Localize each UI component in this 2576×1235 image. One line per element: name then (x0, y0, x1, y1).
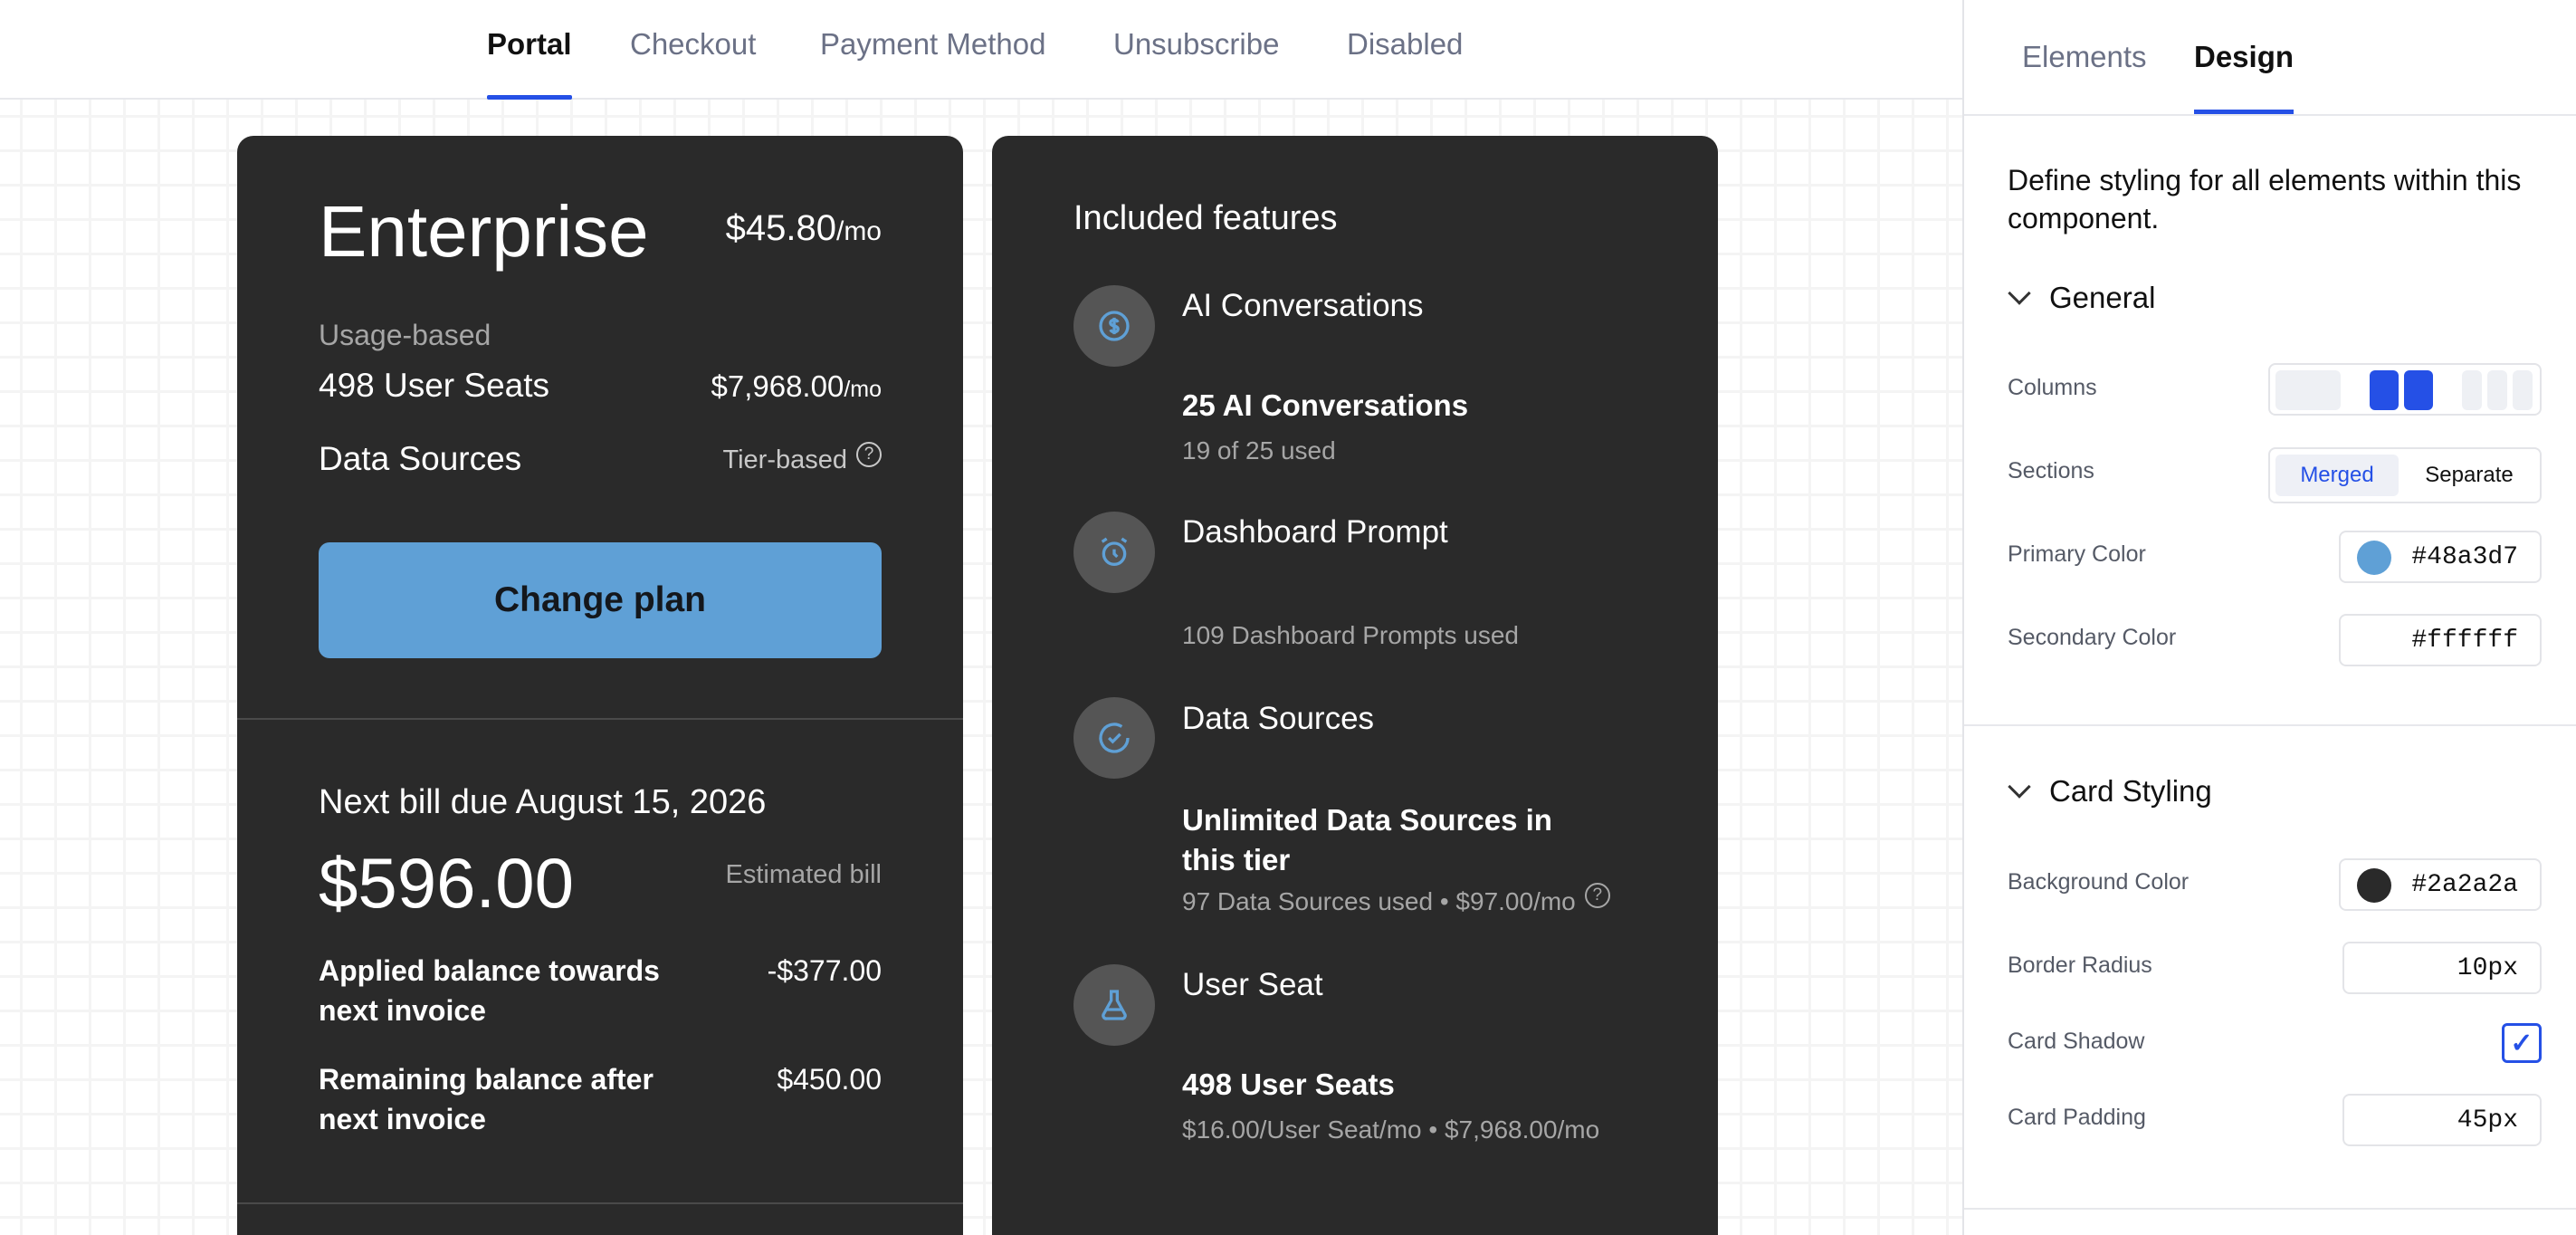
card-shadow-checkbox[interactable]: ✓ (2502, 1023, 2542, 1063)
check-icon: ✓ (2510, 1028, 2533, 1058)
remaining-balance-label: Remaining balance after next invoice (319, 1063, 654, 1135)
bill-amount: $596.00 (319, 843, 574, 923)
seats-price: $7,968.00/mo (711, 369, 883, 404)
feature-sub: 498 User Seats (1182, 1067, 1395, 1101)
columns-label: Columns (2008, 375, 2097, 400)
applied-balance-label: Applied balance towards next invoice (319, 954, 660, 1027)
change-plan-button[interactable]: Change plan (319, 542, 882, 658)
alarm-clock-icon (1073, 512, 1155, 593)
feature-detail: 97 Data Sources used • $97.00/mo ? (1182, 883, 1610, 916)
data-sources-tier: Tier-based ? (722, 441, 882, 475)
design-panel: Elements Design Define styling for all e… (1962, 0, 2576, 1235)
background-color-value: #2a2a2a (2411, 870, 2518, 899)
features-card: Included features AI Conversations 25 AI… (992, 136, 1718, 1235)
card-padding-field[interactable]: 45px (2342, 1094, 2542, 1146)
background-color-swatch[interactable] (2357, 868, 2391, 903)
feature-detail: 109 Dashboard Prompts used (1182, 621, 1519, 649)
features-title: Included features (1073, 199, 1338, 237)
plan-card: Enterprise $45.80/mo Usage-based 498 Use… (237, 136, 963, 1235)
tab-design[interactable]: Design (2194, 40, 2295, 114)
flask-icon (1073, 964, 1155, 1046)
panel-description: Define styling for all elements within t… (2008, 164, 2522, 235)
section-card-styling-header[interactable]: Card Styling (2008, 774, 2212, 809)
help-icon[interactable]: ? (856, 441, 882, 467)
section-divider (1964, 1208, 2576, 1210)
tab-elements[interactable]: Elements (2022, 40, 2147, 114)
chevron-down-icon (2008, 282, 2031, 305)
applied-balance-value: -$377.00 (767, 954, 882, 987)
secondary-color-field[interactable]: #ffffff (2339, 614, 2542, 666)
secondary-color-value: #ffffff (2411, 626, 2518, 655)
columns-option-2[interactable] (2370, 370, 2433, 410)
border-radius-label: Border Radius (2008, 953, 2152, 978)
feature-sub: 25 AI Conversations (1182, 388, 1469, 422)
tab-unsubscribe[interactable]: Unsubscribe (1113, 27, 1279, 100)
tab-payment-method[interactable]: Payment Method (820, 27, 1045, 100)
columns-option-3[interactable] (2462, 370, 2533, 410)
feature-detail: 19 of 25 used (1182, 436, 1336, 464)
usage-label: Usage-based (319, 319, 491, 351)
card-divider-bottom (237, 1202, 963, 1204)
border-radius-field[interactable]: 10px (2342, 942, 2542, 994)
sections-merged-option[interactable]: Merged (2275, 455, 2399, 496)
preview-tabs: Portal Checkout Payment Method Unsubscri… (0, 0, 1962, 100)
feature-name: Data Sources (1182, 701, 1375, 736)
primary-color-value: #48a3d7 (2411, 542, 2518, 571)
data-sources-name: Data Sources (319, 440, 522, 477)
next-bill-due: Next bill due August 15, 2026 (319, 783, 767, 821)
sections-separate-option[interactable]: Separate (2406, 455, 2533, 496)
dollar-circle-icon (1073, 285, 1155, 367)
columns-selector (2268, 363, 2542, 416)
sections-label: Sections (2008, 458, 2094, 483)
plan-name: Enterprise (319, 191, 649, 272)
card-padding-value: 45px (2457, 1106, 2518, 1134)
feature-name: User Seat (1182, 967, 1323, 1002)
preview-canvas: Portal Checkout Payment Method Unsubscri… (0, 0, 1962, 1235)
remaining-balance-value: $450.00 (777, 1063, 882, 1096)
border-radius-value: 10px (2457, 953, 2518, 982)
section-divider (1964, 724, 2576, 726)
primary-color-swatch[interactable] (2357, 541, 2391, 575)
tabs-underline (1964, 114, 2576, 116)
feature-name: Dashboard Prompt (1182, 514, 1448, 550)
sections-toggle: Merged Separate (2268, 447, 2542, 503)
columns-option-1[interactable] (2275, 370, 2341, 410)
background-color-label: Background Color (2008, 869, 2190, 895)
plan-price-value: $45.80 (725, 208, 836, 248)
estimated-bill-label: Estimated bill (725, 860, 882, 889)
check-circle-icon (1073, 697, 1155, 779)
seats-name: 498 User Seats (319, 367, 550, 404)
seats-price-value: $7,968.00 (711, 369, 844, 403)
feature-sub: Unlimited Data Sources in this tier (1182, 803, 1552, 876)
feature-detail: $16.00/User Seat/mo • $7,968.00/mo (1182, 1115, 1600, 1144)
chevron-down-icon (2008, 775, 2031, 799)
help-icon[interactable]: ? (1584, 883, 1610, 908)
plan-price: $45.80/mo (726, 208, 882, 249)
feature-detail-text: 97 Data Sources used • $97.00/mo (1182, 887, 1576, 915)
section-card-styling-title: Card Styling (2049, 774, 2212, 808)
plan-price-unit: /mo (835, 216, 882, 246)
card-divider (237, 718, 963, 720)
card-shadow-label: Card Shadow (2008, 1029, 2145, 1054)
background-color-field[interactable]: #2a2a2a (2339, 858, 2542, 911)
section-general-header[interactable]: General (2008, 281, 2156, 315)
card-padding-label: Card Padding (2008, 1105, 2146, 1130)
feature-name: AI Conversations (1182, 288, 1424, 323)
tab-portal[interactable]: Portal (487, 27, 572, 100)
tier-label: Tier-based (722, 445, 847, 474)
tab-checkout[interactable]: Checkout (630, 27, 756, 100)
primary-color-field[interactable]: #48a3d7 (2339, 531, 2542, 583)
seats-price-unit: /mo (844, 377, 882, 402)
primary-color-label: Primary Color (2008, 541, 2146, 567)
secondary-color-label: Secondary Color (2008, 625, 2177, 650)
tab-disabled[interactable]: Disabled (1347, 27, 1463, 100)
section-general-title: General (2049, 281, 2156, 314)
